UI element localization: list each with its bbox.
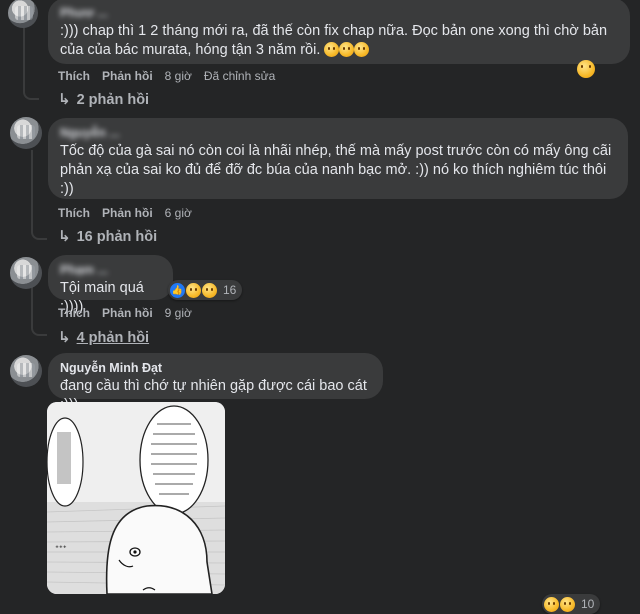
comment-bubble: Phươ ... :))) chap thì 1 2 tháng mới ra,… [48, 0, 630, 64]
thread-line [31, 286, 33, 326]
laugh-emoji[interactable] [577, 60, 595, 78]
thread-elbow [31, 322, 47, 336]
reaction-summary[interactable]: 10 [542, 594, 601, 614]
comment-bubble: Nguyễn Minh Đạt đang cầu thì chớ tự nhiê… [48, 353, 383, 413]
reply-button[interactable]: Phản hồi [102, 306, 153, 320]
reply-arrow-icon: ↳ [58, 329, 71, 346]
reaction-count: 16 [223, 283, 237, 297]
like-button[interactable]: Thích [58, 306, 90, 320]
sad-emoji [354, 42, 370, 57]
reply-arrow-icon: ↳ [58, 228, 71, 245]
avatar[interactable] [8, 0, 38, 28]
reply-button[interactable]: Phản hồi [102, 69, 153, 83]
svg-text:ᐩᐩᐩ: ᐩᐩᐩ [55, 544, 67, 555]
reply-arrow-icon: ↳ [58, 91, 71, 108]
manga-panel-image: ᐩᐩᐩ [47, 402, 225, 594]
like-button[interactable]: Thích [58, 69, 90, 83]
reaction-count: 10 [581, 597, 595, 611]
sad-emoji [560, 596, 575, 612]
view-replies-link[interactable]: ↳ 16 phản hồi [58, 227, 157, 245]
thread-elbow [23, 86, 39, 100]
comment-time[interactable]: 8 giờ [165, 69, 192, 83]
comment-actions: Thích Phản hồi 9 giờ [58, 306, 204, 320]
laugh-emoji [324, 42, 340, 57]
comment-author[interactable]: Nguyễn ... [60, 125, 120, 141]
thread-elbow [31, 226, 47, 240]
laugh-emoji [544, 596, 559, 612]
avatar[interactable] [10, 117, 42, 149]
comment-author[interactable]: Phạm ... [60, 262, 108, 278]
sad-emoji [339, 42, 355, 57]
comment-bubble: Phạm ... Tội main quá :)))) [48, 255, 173, 315]
avatar[interactable] [10, 355, 42, 387]
like-icon: 👍 [170, 282, 185, 298]
comment-text: Tốc độ của gà sai nó còn coi là nhãi nhé… [60, 143, 612, 197]
reaction-summary[interactable]: 👍 16 [168, 280, 243, 300]
comment-author[interactable]: Phươ ... [60, 5, 108, 21]
edited-label: Đã chỉnh sửa [203, 69, 276, 83]
comment-actions: Thích Phản hồi 6 giờ [58, 206, 204, 220]
avatar[interactable] [10, 257, 42, 289]
comment-actions: Thích Phản hồi 8 giờ Đã chỉnh sửa [58, 69, 287, 83]
attached-image[interactable]: ᐩᐩᐩ [47, 402, 225, 594]
sad-emoji [202, 282, 217, 298]
comment-time[interactable]: 9 giờ [165, 306, 192, 320]
view-replies-link[interactable]: ↳ 2 phản hồi [58, 90, 149, 108]
laugh-emoji [186, 282, 201, 298]
comment-text: :))) chap thì 1 2 tháng mới ra, đã thế c… [60, 23, 608, 58]
like-button[interactable]: Thích [58, 206, 90, 220]
comment-author[interactable]: Nguyễn Minh Đạt [60, 360, 162, 376]
reply-button[interactable]: Phản hồi [102, 206, 153, 220]
thread-line [31, 150, 33, 230]
comment-bubble: Nguyễn ... Tốc độ của gà sai nó còn coi … [48, 118, 628, 199]
view-replies-link[interactable]: ↳ 4 phản hồi [58, 328, 149, 346]
comment-time[interactable]: 6 giờ [165, 206, 192, 220]
